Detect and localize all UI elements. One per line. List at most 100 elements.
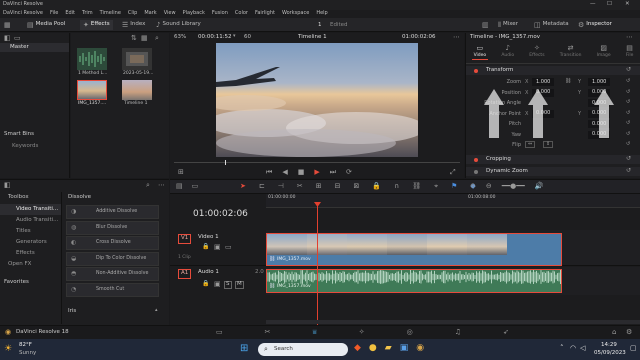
scrubber-handle[interactable]	[225, 160, 226, 165]
flag-icon[interactable]: ⚑	[451, 183, 457, 190]
volume-icon[interactable]: ◁	[580, 345, 585, 352]
link-icon[interactable]: ⛓	[412, 183, 421, 190]
media-pool-tab[interactable]: ▤ Media Pool	[27, 20, 65, 30]
toolbox-item[interactable]: Toolbox	[8, 194, 29, 201]
overwrite-icon[interactable]: ⊟	[335, 183, 341, 190]
inspector-tab-transition[interactable]: ⇄ Transition	[558, 45, 584, 60]
cut-page-icon[interactable]: ✂	[265, 329, 271, 336]
enable-dot[interactable]	[474, 170, 478, 174]
file-explorer-icon[interactable]: ▰	[385, 344, 392, 353]
property-value-field[interactable]: 0.000	[588, 99, 610, 107]
lock-icon[interactable]: 🔒	[202, 244, 209, 250]
list-view-icon[interactable]: ▭	[14, 35, 21, 42]
home-icon[interactable]: ⌂	[612, 329, 616, 336]
effect-item[interactable]: ◓ Non-Additive Dissolve	[66, 267, 159, 281]
menu-item-davinci-resolve[interactable]: DaVinci Resolve	[3, 11, 43, 16]
reset-icon[interactable]: ↺	[626, 110, 630, 116]
media-page-icon[interactable]: ▭	[216, 329, 223, 336]
reset-icon[interactable]: ↺	[626, 156, 631, 162]
effect-item[interactable]: ◒ Dip To Color Dissolve	[66, 251, 159, 266]
sort-icon[interactable]: ⇅	[131, 35, 137, 42]
sound-library-tab[interactable]: ♪ Sound Library	[156, 20, 201, 30]
match-frame-icon[interactable]: ⊞	[178, 169, 184, 176]
auto-select-icon[interactable]: ▣	[214, 281, 221, 288]
menu-item-color[interactable]: Color	[235, 11, 248, 16]
trim-tool-icon[interactable]: ⊏	[259, 183, 265, 190]
keywords-item[interactable]: Keywords	[12, 143, 38, 150]
lock-icon[interactable]: 🔒	[202, 281, 209, 287]
sidebar-toggle-icon[interactable]: ◧	[4, 182, 11, 189]
search-icon[interactable]: ⌕	[146, 182, 150, 189]
property-value-field[interactable]: 0.000	[588, 130, 610, 139]
effects-tree-item[interactable]: Audio Transiti...	[0, 215, 61, 226]
clip-thumbnail-selected[interactable]	[77, 80, 107, 100]
chevron-down-icon[interactable]: ▾	[233, 34, 236, 39]
grid-icon[interactable]: ▦	[4, 22, 11, 29]
transform-header[interactable]: Transform ↺	[466, 66, 640, 75]
replace-icon[interactable]: ⊠	[353, 183, 359, 190]
index-tab[interactable]: ☰ Index	[122, 20, 145, 30]
dynamic-zoom-header[interactable]: Dynamic Zoom ↺	[466, 167, 640, 176]
notification-icon[interactable]: ▢	[630, 345, 637, 352]
store-icon[interactable]: ▣	[400, 344, 409, 353]
reset-icon[interactable]: ↺	[626, 67, 631, 73]
metadata-tab[interactable]: ◫ Metadata	[534, 20, 569, 30]
taskbar-search[interactable]: ⌕ Search	[258, 343, 348, 356]
mixer-tab[interactable]: ⫴ Mixer	[498, 20, 518, 30]
timeline-scrollbar[interactable]	[266, 320, 640, 324]
tray-chevron-icon[interactable]: ˄	[560, 345, 564, 352]
menu-item-view[interactable]: View	[164, 11, 176, 16]
deliver-page-icon[interactable]: ➶	[503, 329, 509, 336]
effect-item[interactable]: ◑ Additive Dissolve	[66, 205, 159, 219]
enable-dot[interactable]	[474, 69, 478, 73]
property-value-field[interactable]: 1.000	[588, 78, 610, 86]
davinci-resolve-icon[interactable]: ◉	[416, 344, 424, 353]
more-icon[interactable]: ⋯	[453, 34, 460, 41]
play-icon[interactable]: ▶	[314, 169, 319, 176]
reset-icon[interactable]: ↺	[626, 121, 630, 126]
effects-tab[interactable]: ✦ Effects	[80, 20, 113, 30]
settings-icon[interactable]: ⚙	[626, 329, 632, 336]
property-value-field[interactable]: 0.000	[532, 109, 554, 118]
chevron-up-icon[interactable]: ▴	[155, 308, 158, 313]
clock-time[interactable]: 14:29	[601, 342, 617, 349]
menu-item-file[interactable]: File	[50, 11, 58, 16]
fusion-page-icon[interactable]: ✧	[359, 329, 365, 336]
effect-item[interactable]: ◔ Smooth Cut	[66, 282, 159, 297]
zoom-in-icon[interactable]: ⊕	[470, 183, 476, 190]
brave-browser-icon[interactable]: ◆	[354, 344, 361, 353]
reset-icon[interactable]: ↺	[626, 168, 631, 174]
property-value-field[interactable]: 0.000	[588, 120, 610, 128]
menu-item-fairlight[interactable]: Fairlight	[255, 11, 275, 16]
cropping-header[interactable]: Cropping ↺	[466, 155, 640, 164]
solo-button[interactable]: S	[224, 281, 232, 289]
edit-page-icon[interactable]: ⩸	[313, 329, 317, 336]
scrubber-bar[interactable]	[174, 162, 460, 163]
playhead[interactable]	[317, 204, 318, 326]
inspector-tab[interactable]: ⚙ Inspector	[578, 20, 612, 30]
track-height-icon[interactable]: ▭	[192, 183, 199, 190]
video-clip[interactable]: ⛓ IMG_1357.mov	[266, 233, 562, 266]
bin-master[interactable]: Master	[0, 43, 69, 52]
fairlight-page-icon[interactable]: ♫	[455, 329, 461, 336]
mute-button[interactable]: M	[235, 281, 244, 289]
lock-icon[interactable]: 🔒	[372, 183, 381, 190]
effect-item[interactable]: ◍ Blur Dissolve	[66, 220, 159, 235]
clock-date[interactable]: 05/09/2023	[594, 350, 626, 357]
menu-item-playback[interactable]: Playback	[183, 11, 205, 16]
inspector-tab-file[interactable]: ▤ File	[624, 45, 636, 60]
enable-dot[interactable]	[474, 158, 478, 162]
monitor-icon[interactable]: ▭	[225, 244, 232, 251]
effect-item[interactable]: ◐ Cross Dissolve	[66, 236, 159, 250]
timeline-thumbnail[interactable]	[122, 80, 152, 100]
zoom-level[interactable]: 63%	[174, 34, 186, 41]
inspector-tab-image[interactable]: ▨ Image	[595, 45, 613, 60]
close-button[interactable]: ✕	[625, 1, 630, 8]
dynamic-trim-icon[interactable]: ⊣	[278, 183, 284, 190]
effects-tree-item[interactable]: Generators	[0, 237, 61, 248]
reset-icon[interactable]: ↺	[626, 142, 630, 147]
property-value-field[interactable]: 0.000	[588, 109, 610, 118]
inspector-tab-video[interactable]: ▭ Video	[471, 45, 489, 60]
effects-tree-item[interactable]: Video Transiti...	[0, 204, 61, 215]
more-icon[interactable]: ⋯	[158, 182, 165, 189]
